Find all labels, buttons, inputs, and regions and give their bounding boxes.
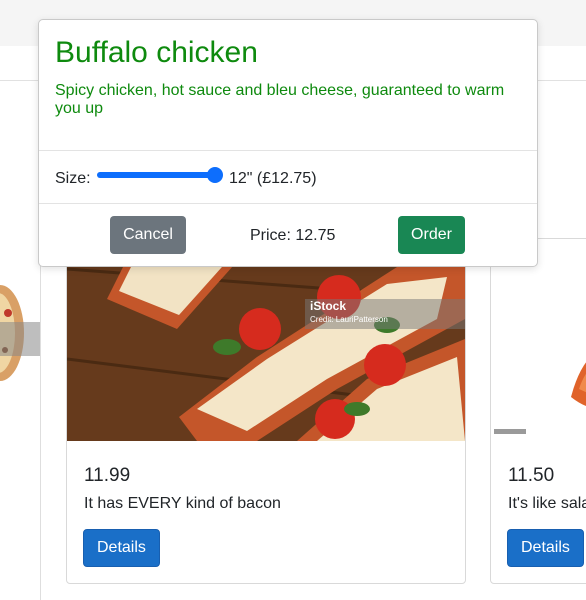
modal-footer-divider — [39, 203, 537, 204]
modal-description: Spicy chicken, hot sauce and bleu cheese… — [55, 82, 505, 117]
price-text: Price: 12.75 — [250, 227, 336, 244]
details-button[interactable]: Details — [83, 529, 160, 567]
menu-card: iStock Credit: LauriPatterson 11.99 It h… — [66, 238, 466, 584]
card-description: It has EVERY kind of bacon — [84, 495, 281, 512]
order-button[interactable]: Order — [398, 216, 465, 254]
partial-card-left-image — [0, 278, 40, 390]
image-watermark: iStock — [310, 299, 347, 313]
card-description: It's like sala — [508, 495, 586, 512]
card-price: 11.99 — [84, 465, 131, 486]
size-label: Size: — [55, 170, 91, 187]
cancel-button[interactable]: Cancel — [110, 216, 186, 254]
order-modal: Buffalo chicken Spicy chicken, hot sauce… — [38, 19, 538, 267]
pizza-image: iStock Credit: LauriPatterson — [67, 239, 465, 441]
modal-header-divider — [39, 150, 537, 151]
slider-fill — [97, 172, 215, 178]
food-image — [491, 239, 586, 441]
size-value: 12" (£12.75) — [229, 170, 317, 187]
menu-card: 11.50 It's like sala Details — [490, 238, 586, 584]
card-price: 11.50 — [508, 465, 555, 486]
modal-title: Buffalo chicken — [55, 36, 258, 69]
details-button[interactable]: Details — [507, 529, 584, 567]
slider-thumb[interactable] — [207, 167, 223, 183]
size-slider[interactable] — [97, 165, 223, 185]
image-credit: Credit: LauriPatterson — [310, 315, 388, 324]
